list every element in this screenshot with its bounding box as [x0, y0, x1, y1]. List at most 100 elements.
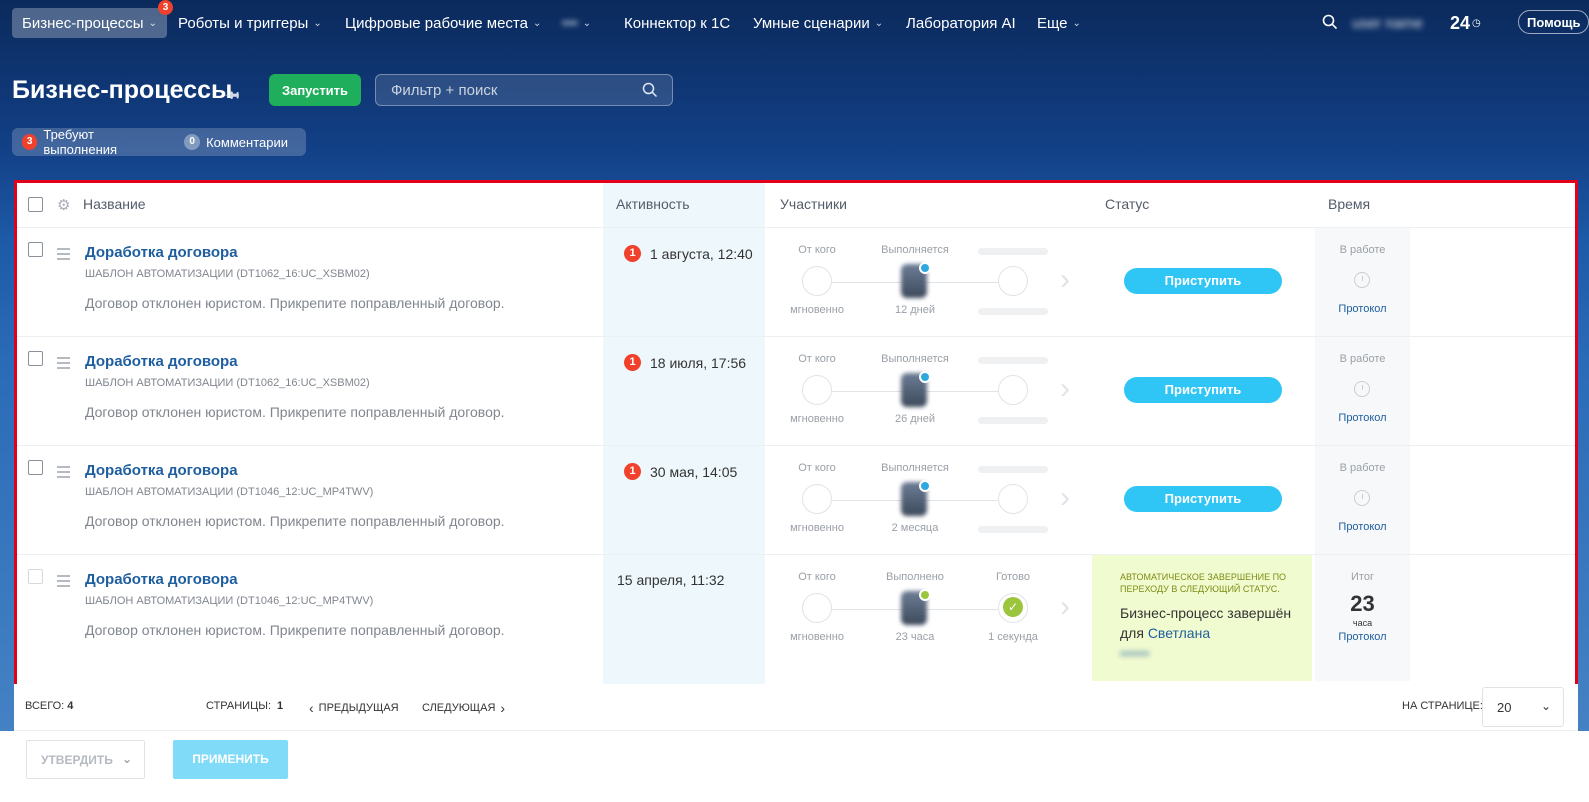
activity-text: 30 мая, 14:05: [650, 463, 738, 480]
nav-item-1c-connector[interactable]: Коннектор к 1С: [624, 8, 730, 38]
task-description: Договор отклонен юристом. Прикрепите поп…: [85, 295, 505, 311]
column-header-name[interactable]: Название: [83, 196, 146, 212]
column-header-status[interactable]: Статус: [1105, 196, 1149, 212]
protocol-link[interactable]: Протокол: [1315, 303, 1410, 315]
activity-date: 1 18 июля, 17:56: [624, 354, 746, 371]
participant-sub: 2 месяца: [891, 522, 939, 534]
time-label: В работе: [1339, 353, 1386, 365]
row-checkbox[interactable]: [28, 242, 43, 257]
prev-page-link[interactable]: ‹ Предыдущая: [309, 700, 399, 716]
table-row: Доработка договора Шаблон автоматизации …: [17, 337, 1575, 446]
filter-search[interactable]: [375, 74, 673, 106]
time-total: 23: [1350, 591, 1375, 616]
action-panel: Утвердить ⌄ Применить: [0, 731, 1589, 802]
chevron-down-icon: ⌄: [121, 752, 132, 766]
activity-badge: 1: [624, 354, 641, 371]
counter-pending[interactable]: 3 Требуют выполнения: [22, 127, 166, 157]
counter-badge: 0: [184, 134, 201, 150]
process-title-link[interactable]: Доработка договора: [85, 353, 238, 370]
select-all-checkbox[interactable]: [28, 197, 43, 212]
nav-item-smart-scenarios[interactable]: Умные сценарии ⌄: [753, 8, 883, 38]
check-icon: [919, 589, 931, 601]
placeholder-bar: [978, 248, 1048, 255]
drag-handle-icon[interactable]: [57, 466, 70, 481]
search-input[interactable]: [391, 81, 631, 99]
help-button[interactable]: Помощь: [1518, 10, 1589, 34]
page-title: Бизнес-процессы: [12, 76, 233, 104]
drag-handle-icon[interactable]: [57, 248, 70, 263]
nav-item-workplaces[interactable]: Цифровые рабочие места ⌄: [345, 8, 541, 38]
user-icon: [998, 375, 1028, 405]
start-task-button[interactable]: Приступить: [1124, 268, 1282, 294]
search-icon[interactable]: [1322, 14, 1338, 30]
nav-item-more[interactable]: Еще ⌄: [1037, 8, 1081, 38]
counter-label: Требуют выполнения: [43, 127, 118, 157]
nav-item-robots[interactable]: Роботы и триггеры ⌄: [178, 8, 322, 38]
user-link[interactable]: Светлана: [1148, 625, 1210, 641]
nav-badge: 3: [157, 0, 173, 15]
table-row: Доработка договора Шаблон автоматизации …: [17, 555, 1575, 681]
protocol-link[interactable]: Протокол: [1315, 412, 1410, 424]
counter-comments[interactable]: 0 Комментарии: [184, 134, 288, 150]
process-title-link[interactable]: Доработка договора: [85, 462, 238, 479]
placeholder-bar: [978, 357, 1048, 364]
chevron-left-icon: ‹: [309, 700, 314, 716]
template-name: Шаблон автоматизации (DT1046_12:UC_MP4TW…: [85, 595, 374, 607]
apply-button[interactable]: Применить: [173, 740, 288, 779]
protocol-link[interactable]: Протокол: [1315, 631, 1410, 643]
run-button[interactable]: Запустить: [269, 74, 361, 106]
time-cell: В работе Протокол: [1315, 446, 1410, 554]
process-title-link[interactable]: Доработка договора: [85, 244, 238, 261]
chevron-down-icon: ⌄: [582, 17, 592, 29]
activity-badge: 1: [624, 245, 641, 262]
pages-value[interactable]: 1: [277, 700, 283, 712]
approve-select[interactable]: Утвердить ⌄: [26, 740, 145, 779]
gear-icon[interactable]: ⚙: [57, 196, 70, 214]
nav-item-hidden[interactable]: ••• ⌄: [562, 8, 591, 38]
participant-label: От кого: [798, 353, 836, 365]
process-title-link[interactable]: Доработка договора: [85, 571, 238, 588]
chevron-right-icon: ›: [500, 700, 506, 716]
protocol-link[interactable]: Протокол: [1315, 521, 1410, 533]
total-value: 4: [67, 700, 74, 712]
participant-label: Готово: [996, 571, 1030, 583]
chevron-right-icon: ›: [1060, 590, 1070, 623]
participant-sub: 26 дней: [894, 413, 936, 425]
column-header-participants[interactable]: Участники: [780, 196, 847, 212]
drag-handle-icon[interactable]: [57, 357, 70, 372]
participants-line: [832, 609, 1022, 610]
row-checkbox[interactable]: [28, 569, 43, 584]
activity-text: 1 августа, 12:40: [650, 245, 753, 262]
participants-line: [832, 391, 1022, 392]
placeholder-bar: [978, 417, 1048, 424]
start-task-button[interactable]: Приступить: [1124, 486, 1282, 512]
clock-icon: [919, 262, 931, 274]
nav-label: Бизнес-процессы: [22, 14, 144, 32]
drag-handle-icon[interactable]: [57, 575, 70, 590]
nav-label: Умные сценарии: [753, 14, 870, 32]
nav-item-business-processes[interactable]: Бизнес-процессы ⌄ 3: [12, 0, 173, 38]
activity-text: 15 апреля, 11:32: [617, 572, 725, 588]
nav-item-ai-lab[interactable]: Лаборатория AI: [906, 8, 1016, 38]
row-checkbox[interactable]: [28, 460, 43, 475]
clock-icon: ◷: [1472, 17, 1481, 29]
participant-sub: мгновенно: [790, 413, 844, 425]
per-page-select[interactable]: 20 ⌄: [1482, 687, 1564, 727]
user-surname[interactable]: ••••••: [1120, 645, 1149, 661]
start-task-button[interactable]: Приступить: [1124, 377, 1282, 403]
check-icon: ✓: [1003, 597, 1023, 617]
nav-label: Роботы и триггеры: [178, 14, 309, 32]
template-name: Шаблон автоматизации (DT1046_12:UC_MP4TW…: [85, 486, 374, 498]
next-page-link[interactable]: Следующая ›: [422, 700, 505, 716]
column-header-time[interactable]: Время: [1328, 196, 1370, 212]
user-name[interactable]: user name: [1352, 8, 1423, 38]
row-checkbox[interactable]: [28, 351, 43, 366]
participant-label: Выполняется: [881, 462, 949, 474]
search-icon[interactable]: [642, 82, 658, 98]
column-header-activity[interactable]: Активность: [616, 196, 690, 212]
pages-label: Страницы:: [206, 700, 272, 712]
chevron-down-icon: ⌄: [532, 17, 542, 29]
chevron-right-icon: ›: [1060, 481, 1070, 514]
chevron-down-icon: ⌄: [1072, 17, 1081, 29]
process-table: ⚙ Название Активность Участники Статус В…: [14, 180, 1578, 700]
